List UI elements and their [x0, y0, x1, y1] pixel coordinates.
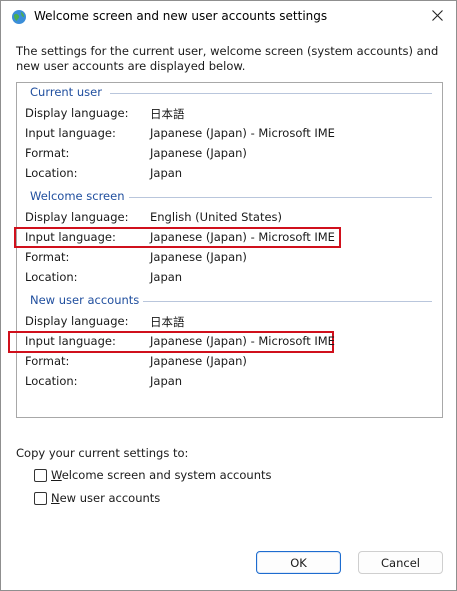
setting-row: Input language: Japanese (Japan) - Micro…: [25, 230, 435, 246]
setting-value: Japanese (Japan): [150, 250, 247, 264]
intro-text: The settings for the current user, welco…: [16, 44, 439, 73]
setting-value: Japanese (Japan): [150, 146, 247, 160]
setting-label: Format:: [25, 250, 70, 264]
section-rule: [124, 197, 432, 198]
copy-settings-label: Copy your current settings to:: [16, 446, 189, 460]
setting-value: Japanese (Japan): [150, 354, 247, 368]
setting-value: 日本語: [150, 315, 185, 329]
setting-value: Japan: [150, 166, 183, 180]
setting-label: Location:: [25, 166, 78, 180]
access-key: W: [51, 468, 62, 482]
setting-label: Input language:: [25, 126, 116, 140]
access-key: N: [51, 491, 60, 505]
setting-row: Display language: 日本語: [25, 106, 435, 122]
setting-label: Display language:: [25, 210, 129, 224]
setting-value: 日本語: [150, 107, 185, 121]
setting-value: Japan: [150, 270, 183, 284]
checkbox-label: Welcome screen and system accounts: [51, 468, 271, 482]
section-header-welcome-screen: Welcome screen: [30, 189, 432, 205]
setting-label: Location:: [25, 270, 78, 284]
ok-button[interactable]: OK: [256, 551, 341, 574]
section-title: Current user: [30, 85, 106, 99]
cancel-button-label: Cancel: [381, 555, 420, 570]
welcome-screen-checkbox[interactable]: [34, 468, 47, 482]
setting-value: Japanese (Japan) - Microsoft IME: [150, 126, 335, 140]
setting-row: Input language: Japanese (Japan) - Micro…: [25, 126, 435, 142]
setting-row: Display language: 日本語: [25, 314, 435, 330]
close-button[interactable]: [419, 2, 455, 32]
setting-row: Format: Japanese (Japan): [25, 146, 435, 162]
setting-row: Input language: Japanese (Japan) - Micro…: [25, 334, 435, 350]
window-title: Welcome screen and new user accounts set…: [34, 9, 328, 23]
setting-label: Location:: [25, 374, 78, 388]
setting-value: Japan: [150, 374, 183, 388]
setting-label: Format:: [25, 354, 70, 368]
setting-row: Location: Japan: [25, 166, 435, 182]
setting-label: Input language:: [25, 230, 116, 244]
section-rule: [110, 93, 432, 94]
settings-panel: Current user Display language: 日本語 Input…: [8, 82, 443, 418]
globe-icon: [11, 9, 27, 25]
setting-label: Format:: [25, 146, 70, 160]
section-rule: [138, 301, 432, 302]
dialog-window: Welcome screen and new user accounts set…: [0, 0, 457, 591]
setting-row: Display language: English (United States…: [25, 210, 435, 226]
checkbox-label-text: elcome screen and system accounts: [61, 468, 272, 482]
setting-label: Display language:: [25, 314, 129, 328]
setting-row: Location: Japan: [25, 270, 435, 286]
setting-row: Location: Japan: [25, 374, 435, 390]
setting-value: English (United States): [150, 210, 283, 224]
setting-value: Japanese (Japan) - Microsoft IME: [150, 334, 335, 348]
checkbox-label: New user accounts: [51, 491, 160, 505]
close-icon: [431, 10, 443, 24]
setting-label: Display language:: [25, 106, 129, 120]
section-title: New user accounts: [30, 293, 144, 307]
cancel-button[interactable]: Cancel: [358, 551, 443, 574]
section-title: Welcome screen: [30, 189, 129, 203]
new-user-accounts-checkbox[interactable]: [34, 491, 47, 505]
section-header-new-user-accounts: New user accounts: [30, 293, 432, 309]
setting-row: Format: Japanese (Japan): [25, 354, 435, 370]
setting-label: Input language:: [25, 334, 116, 348]
setting-value: Japanese (Japan) - Microsoft IME: [150, 230, 335, 244]
new-user-accounts-checkbox-row[interactable]: New user accounts: [34, 489, 160, 507]
section-header-current-user: Current user: [30, 85, 432, 101]
setting-row: Format: Japanese (Japan): [25, 250, 435, 266]
ok-button-label: OK: [290, 555, 307, 570]
checkbox-label-text: ew user accounts: [59, 491, 161, 505]
title-bar: Welcome screen and new user accounts set…: [1, 1, 456, 33]
welcome-screen-checkbox-row[interactable]: Welcome screen and system accounts: [34, 466, 271, 484]
